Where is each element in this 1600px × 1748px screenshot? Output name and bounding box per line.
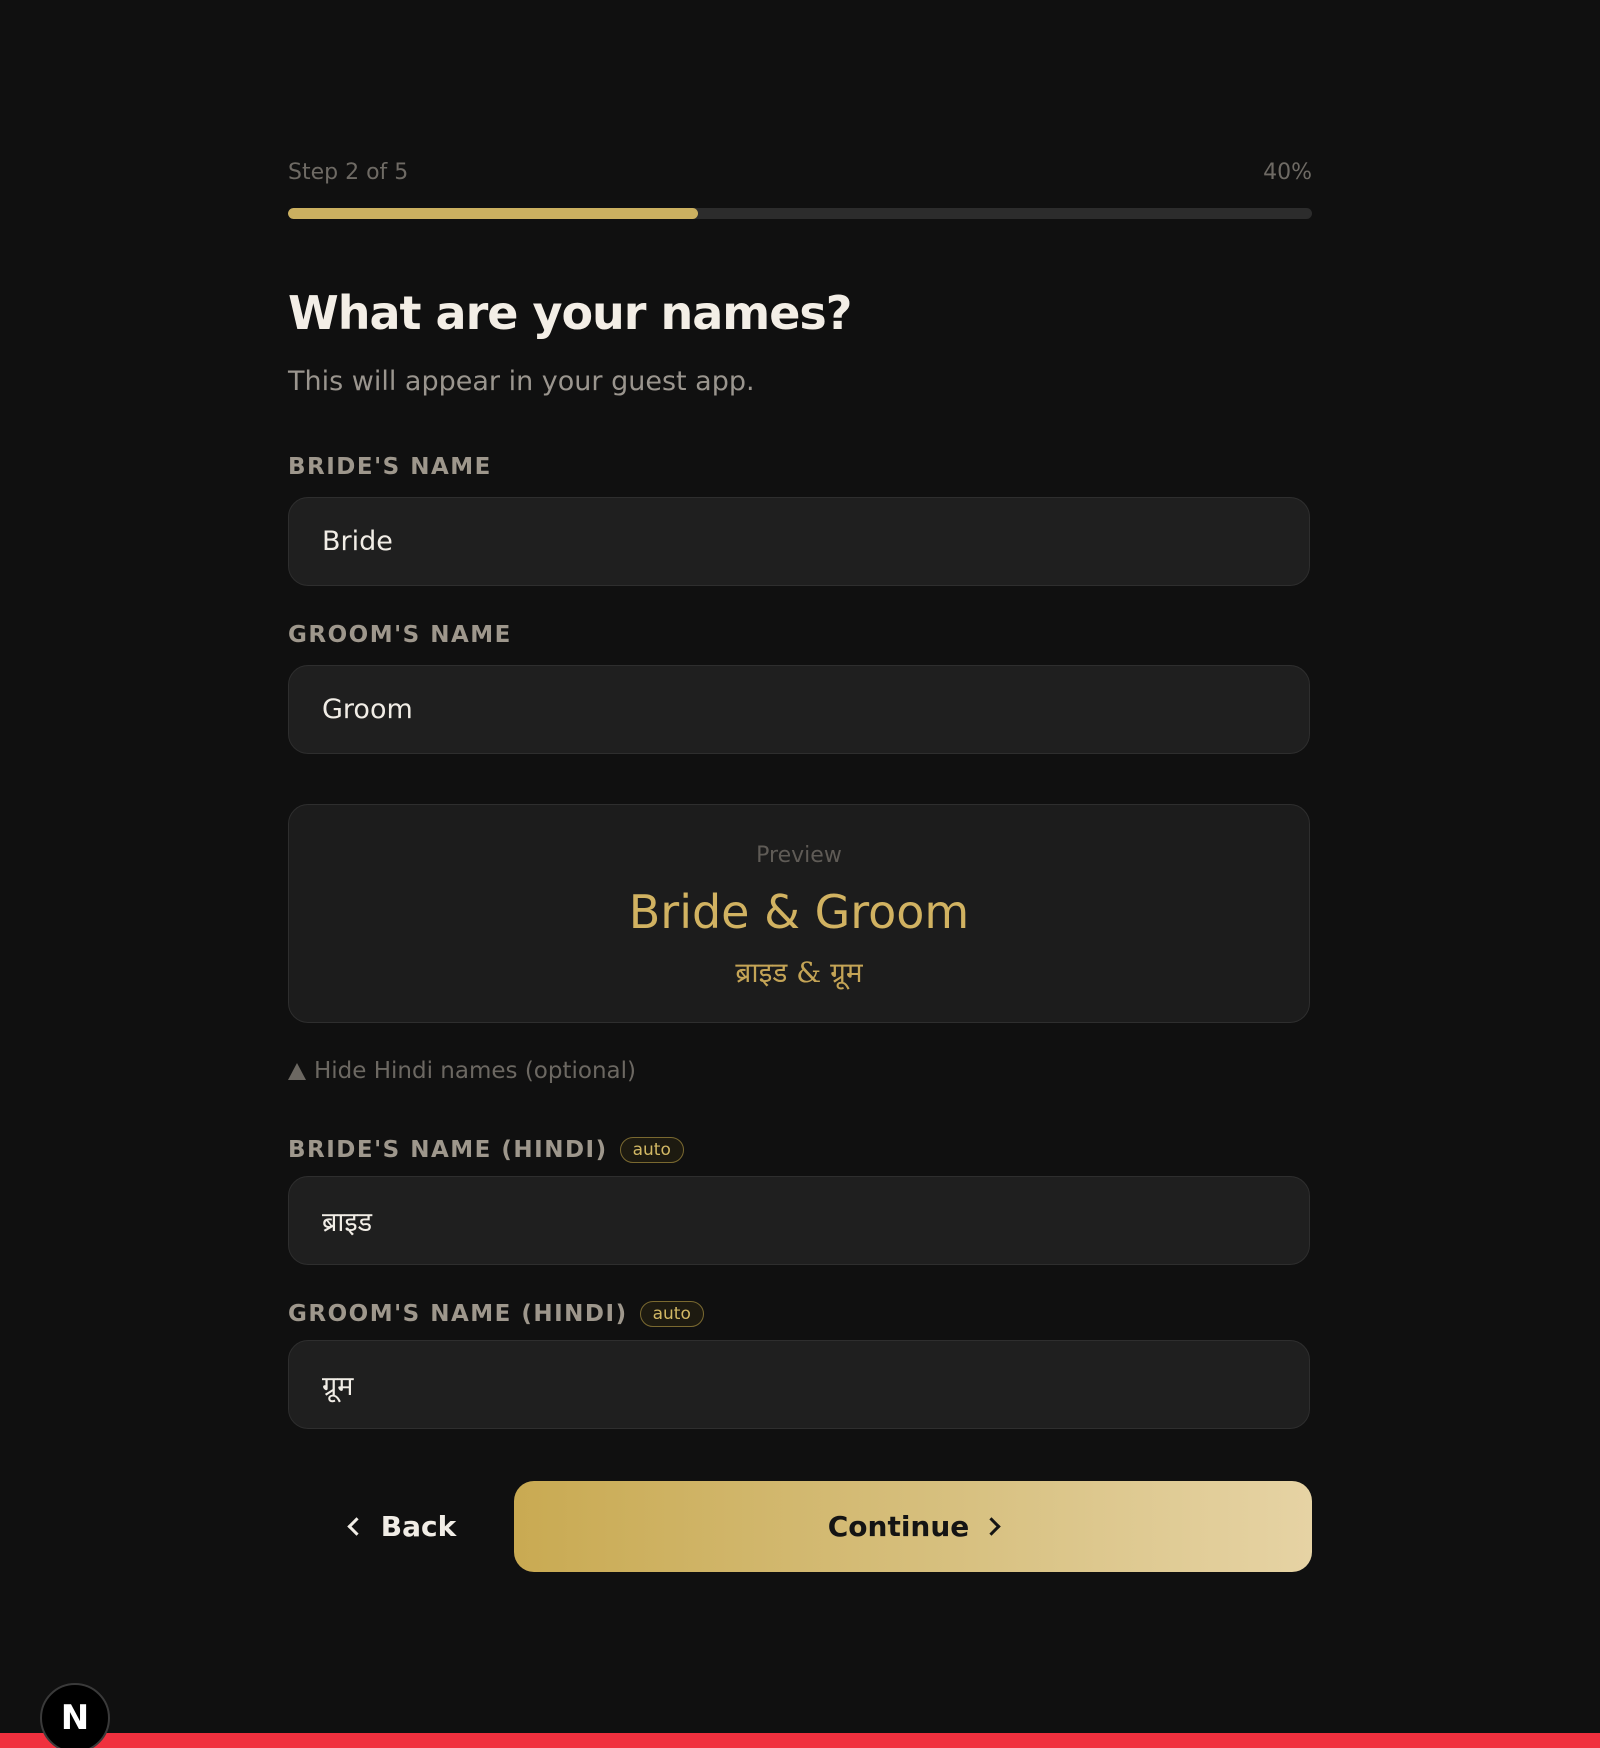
groom-hindi-field[interactable]	[288, 1340, 1310, 1429]
groom-name-input[interactable]	[289, 666, 1309, 753]
chevron-right-icon	[982, 1517, 1001, 1536]
back-button[interactable]: Back	[328, 1481, 478, 1571]
hide-hindi-toggle[interactable]: Hide Hindi names (optional)	[288, 1058, 636, 1084]
preview-hindi-names: ब्राइड & ग्रूम	[735, 956, 863, 989]
groom-name-label: GROOM'S NAME	[288, 622, 512, 648]
back-button-label: Back	[380, 1509, 457, 1543]
dev-tools-letter: N	[60, 1698, 90, 1738]
bride-name-field[interactable]	[288, 497, 1310, 586]
dev-tools-badge[interactable]: N	[40, 1683, 110, 1748]
onboarding-page: Step 2 of 5 40% What are your names? Thi…	[0, 0, 1600, 1748]
preview-names: Bride & Groom	[628, 885, 970, 939]
bride-hindi-label-text: BRIDE'S NAME (HINDI)	[288, 1137, 608, 1163]
bride-hindi-input[interactable]	[289, 1177, 1309, 1264]
groom-hindi-input[interactable]	[289, 1341, 1309, 1428]
progress-percent: 40%	[1263, 160, 1312, 185]
page-subtitle: This will appear in your guest app.	[288, 366, 755, 397]
bride-name-label: BRIDE'S NAME	[288, 454, 492, 480]
continue-button[interactable]: Continue	[514, 1481, 1312, 1572]
groom-hindi-label-text: GROOM'S NAME (HINDI)	[288, 1301, 628, 1327]
step-indicator: Step 2 of 5	[288, 160, 409, 185]
bride-name-input[interactable]	[289, 498, 1309, 585]
preview-label: Preview	[756, 843, 842, 868]
progress-header: Step 2 of 5 40%	[288, 160, 1312, 190]
triangle-up-icon	[288, 1062, 306, 1080]
progress-bar	[288, 208, 1312, 219]
auto-badge: auto	[639, 1301, 704, 1327]
bride-name-label-text: BRIDE'S NAME	[288, 454, 492, 480]
auto-badge: auto	[619, 1137, 684, 1163]
chevron-left-icon	[347, 1516, 366, 1536]
hide-hindi-toggle-label: Hide Hindi names (optional)	[314, 1058, 636, 1084]
page-title: What are your names?	[288, 286, 852, 340]
groom-name-label-text: GROOM'S NAME	[288, 622, 512, 648]
continue-button-label: Continue	[827, 1510, 970, 1543]
bride-hindi-label: BRIDE'S NAME (HINDI) auto	[288, 1137, 684, 1163]
groom-hindi-label: GROOM'S NAME (HINDI) auto	[288, 1301, 704, 1327]
bride-hindi-field[interactable]	[288, 1176, 1310, 1265]
error-bar	[0, 1733, 1600, 1748]
progress-bar-fill	[288, 208, 698, 219]
groom-name-field[interactable]	[288, 665, 1310, 754]
names-preview-card: Preview Bride & Groom ब्राइड & ग्रूम	[288, 804, 1310, 1023]
